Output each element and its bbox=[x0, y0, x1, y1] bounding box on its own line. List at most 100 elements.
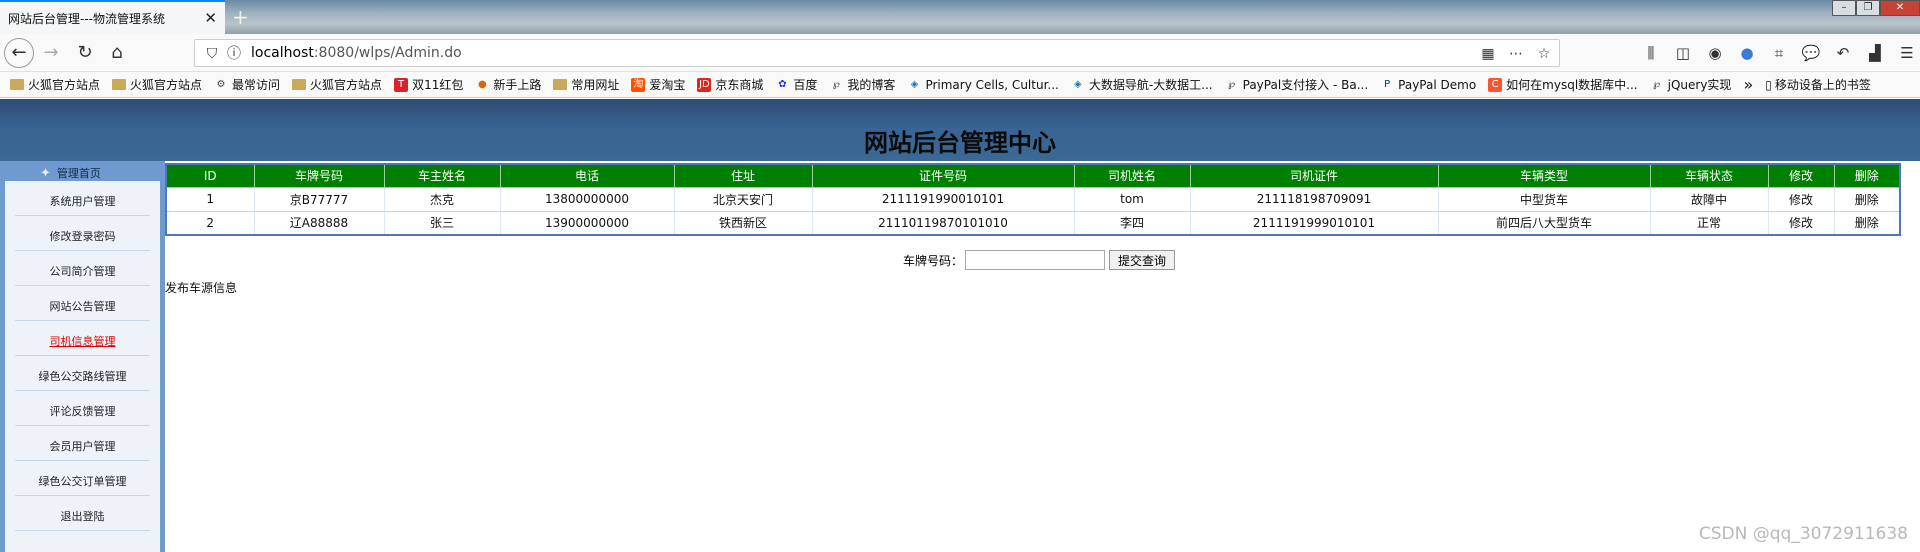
sidebar-home[interactable]: ✦ 管理首页 bbox=[40, 165, 101, 181]
sidebar-home-label: 管理首页 bbox=[56, 167, 101, 180]
bookmarks-overflow-icon[interactable]: » bbox=[1743, 75, 1753, 94]
library-icon[interactable]: ⫼ bbox=[1638, 40, 1664, 66]
account-icon[interactable]: ◉ bbox=[1702, 40, 1728, 66]
undo-icon[interactable]: ↶ bbox=[1830, 40, 1856, 66]
column-header: 证件号码 bbox=[811, 163, 1075, 188]
delete-link[interactable]: 删除 bbox=[1834, 187, 1901, 212]
sidebar-item[interactable]: 系统用户管理 bbox=[15, 186, 150, 216]
page-actions-icon[interactable]: ⋯ bbox=[1503, 41, 1529, 67]
bookmarks-list: 火狐官方站点 火狐官方站点 ⚙ 最常访问 火狐官方站点 T 双11红包 ● 新手上路 常用网址淘爱… bbox=[10, 76, 1743, 93]
table-cell: 杰克 bbox=[384, 187, 501, 212]
mobile-bookmarks-label: 移动设备上的书签 bbox=[1774, 78, 1871, 92]
globe-icon[interactable]: ● bbox=[1734, 40, 1760, 66]
bookmark-label: 如何在mysql数据库中... bbox=[1506, 78, 1638, 92]
bookmark-item[interactable]: 火狐官方站点 bbox=[292, 76, 382, 93]
window-close-icon[interactable]: ✕ bbox=[1880, 0, 1920, 16]
publish-vehicle-link[interactable]: 发布车源信息 bbox=[165, 279, 237, 296]
home-globe-icon: ✦ bbox=[40, 165, 51, 181]
bookmark-item[interactable]: ● 新手上路 bbox=[475, 76, 541, 93]
browser-tab[interactable]: 网站后台管理---物流管理系统 ✕ bbox=[0, 0, 225, 34]
bookmark-label: 最常访问 bbox=[232, 78, 281, 92]
page-title: 网站后台管理中心 bbox=[864, 129, 1056, 157]
edit-link[interactable]: 修改 bbox=[1768, 187, 1835, 212]
sidebar-item[interactable]: 评论反馈管理 bbox=[15, 396, 150, 426]
forward-arrow-icon[interactable]: → bbox=[38, 40, 64, 66]
bookmark-item[interactable]: 常用网址 bbox=[553, 76, 619, 93]
column-header: 修改 bbox=[1767, 163, 1835, 188]
bookmark-item[interactable]: P PayPal Demo bbox=[1380, 78, 1476, 92]
bookmark-item[interactable]: ◈ 大数据导航-大数据工... bbox=[1071, 76, 1213, 93]
bookmark-label: 火狐官方站点 bbox=[28, 78, 101, 92]
bookmark-item[interactable]: 淘爱淘宝 bbox=[631, 76, 685, 93]
delete-link[interactable]: 删除 bbox=[1834, 211, 1901, 236]
sidebar-item[interactable]: 网站公告管理 bbox=[15, 291, 150, 321]
back-arrow-icon[interactable]: ← bbox=[4, 38, 34, 68]
plate-number-input[interactable] bbox=[965, 250, 1106, 270]
screenshot-icon[interactable]: ⌗ bbox=[1766, 40, 1792, 66]
chat-icon[interactable]: 💬 bbox=[1798, 40, 1824, 66]
sidebar-item[interactable]: 绿色公交路线管理 bbox=[15, 361, 150, 391]
table-cell: 2111191999010101 bbox=[1190, 211, 1439, 236]
sidebar-toggle-icon[interactable]: ◫ bbox=[1670, 40, 1696, 66]
url-text[interactable]: localhost:8080/wlps/Admin.do bbox=[251, 45, 462, 61]
bookmark-item[interactable]: JD 京东商城 bbox=[697, 76, 763, 93]
bookmark-label: Primary Cells, Cultur... bbox=[925, 77, 1059, 92]
sidebar-item[interactable]: 绿色公交订单管理 bbox=[15, 466, 150, 496]
new-tab-button[interactable]: + bbox=[232, 5, 249, 29]
bookmark-item[interactable]: C 如何在mysql数据库中... bbox=[1488, 76, 1638, 93]
table-cell: 2111011987010101​0 bbox=[812, 211, 1075, 236]
submit-query-button[interactable]: 提交查询 bbox=[1109, 250, 1176, 270]
mobile-bookmarks-item[interactable]: ▯ 移动设备上的书签 bbox=[1765, 76, 1871, 93]
reload-icon[interactable]: ↻ bbox=[72, 40, 98, 66]
table-cell: 张三 bbox=[384, 211, 501, 236]
edit-link[interactable]: 修改 bbox=[1768, 211, 1835, 236]
column-header: 电话 bbox=[499, 163, 675, 188]
minimize-icon[interactable]: – bbox=[1832, 0, 1856, 16]
qr-code-icon[interactable]: ▦ bbox=[1475, 41, 1501, 67]
window-controls: – ❐ ✕ bbox=[1832, 0, 1920, 16]
bookmark-label: 新手上路 bbox=[493, 78, 542, 92]
folder-icon bbox=[112, 79, 127, 90]
column-header: 住址 bbox=[673, 163, 813, 188]
column-header: 车辆状态 bbox=[1649, 163, 1769, 188]
table-cell: 13900000000 bbox=[500, 211, 675, 236]
toolbar-right: ⫼ ◫ ◉ ● ⌗ 💬 ↶ ▟ ☰ bbox=[1638, 40, 1920, 66]
close-tab-icon[interactable]: ✕ bbox=[204, 9, 217, 27]
sidebar: ✦ 管理首页 系统用户管理 修改登录密码 公司简介管理 网站公告管理 司机信息管理 绿色公… bbox=[0, 161, 165, 552]
bookmark-label: 常用网址 bbox=[571, 78, 620, 92]
bookmark-item[interactable]: ℘ 我的博客 bbox=[829, 76, 896, 93]
bookmark-label: 双11红包 bbox=[412, 78, 464, 92]
table-body: 1 京B77777 杰克 13800000000 北京天安门 21111919900101… bbox=[166, 187, 1901, 236]
sidebar-item[interactable]: 会员用户管理 bbox=[15, 431, 150, 461]
extensions-icon[interactable]: ▟ bbox=[1862, 40, 1888, 66]
sidebar-item[interactable]: 司机信息管理 bbox=[15, 326, 150, 356]
browser-tab-strip: 网站后台管理---物流管理系统 ✕ + – ❐ ✕ bbox=[0, 0, 1920, 34]
column-header: 车主姓名 bbox=[383, 163, 501, 188]
firefox-icon: ● bbox=[477, 78, 487, 90]
table-cell: 2111191990010101 bbox=[812, 187, 1075, 212]
bookmark-item[interactable]: ◈ Primary Cells, Cultur... bbox=[907, 77, 1059, 92]
url-bar[interactable]: ⛉ ⓘ localhost:8080/wlps/Admin.do ▦ ⋯ ☆ bbox=[194, 39, 1560, 67]
bookmark-item[interactable]: ℘ jQuery实现 bbox=[1650, 76, 1731, 93]
table-cell: 2 bbox=[166, 211, 255, 236]
bookmark-item[interactable]: ✿ 百度 bbox=[775, 76, 817, 93]
info-icon[interactable]: ⓘ bbox=[221, 41, 247, 67]
home-icon[interactable]: ⌂ bbox=[104, 40, 130, 66]
column-header: 司机姓名 bbox=[1073, 163, 1191, 188]
sidebar-item[interactable]: 修改登录密码 bbox=[15, 221, 150, 251]
sidebar-item[interactable]: 退出登陆 bbox=[15, 501, 150, 531]
bookmark-item[interactable]: ℘ PayPal支付接入 - Ba... bbox=[1225, 76, 1368, 93]
bookmark-item[interactable]: 火狐官方站点 bbox=[10, 76, 100, 93]
bookmark-star-icon[interactable]: ☆ bbox=[1531, 41, 1557, 67]
bookmark-item[interactable]: 火狐官方站点 bbox=[112, 76, 202, 93]
table-cell: 中型货车 bbox=[1438, 187, 1651, 212]
gear-icon: ⚙ bbox=[216, 78, 226, 90]
menu-icon[interactable]: ☰ bbox=[1894, 40, 1920, 66]
bookmark-label: PayPal Demo bbox=[1398, 77, 1477, 92]
bookmark-item[interactable]: ⚙ 最常访问 bbox=[214, 76, 281, 93]
sidebar-item[interactable]: 公司简介管理 bbox=[15, 256, 150, 286]
search-form: 车牌号码： 提交查询 bbox=[903, 250, 1176, 270]
bookmark-item[interactable]: T 双11红包 bbox=[394, 76, 463, 93]
bookmark-label: 大数据导航-大数据工... bbox=[1088, 78, 1213, 92]
maximize-icon[interactable]: ❐ bbox=[1856, 0, 1880, 16]
